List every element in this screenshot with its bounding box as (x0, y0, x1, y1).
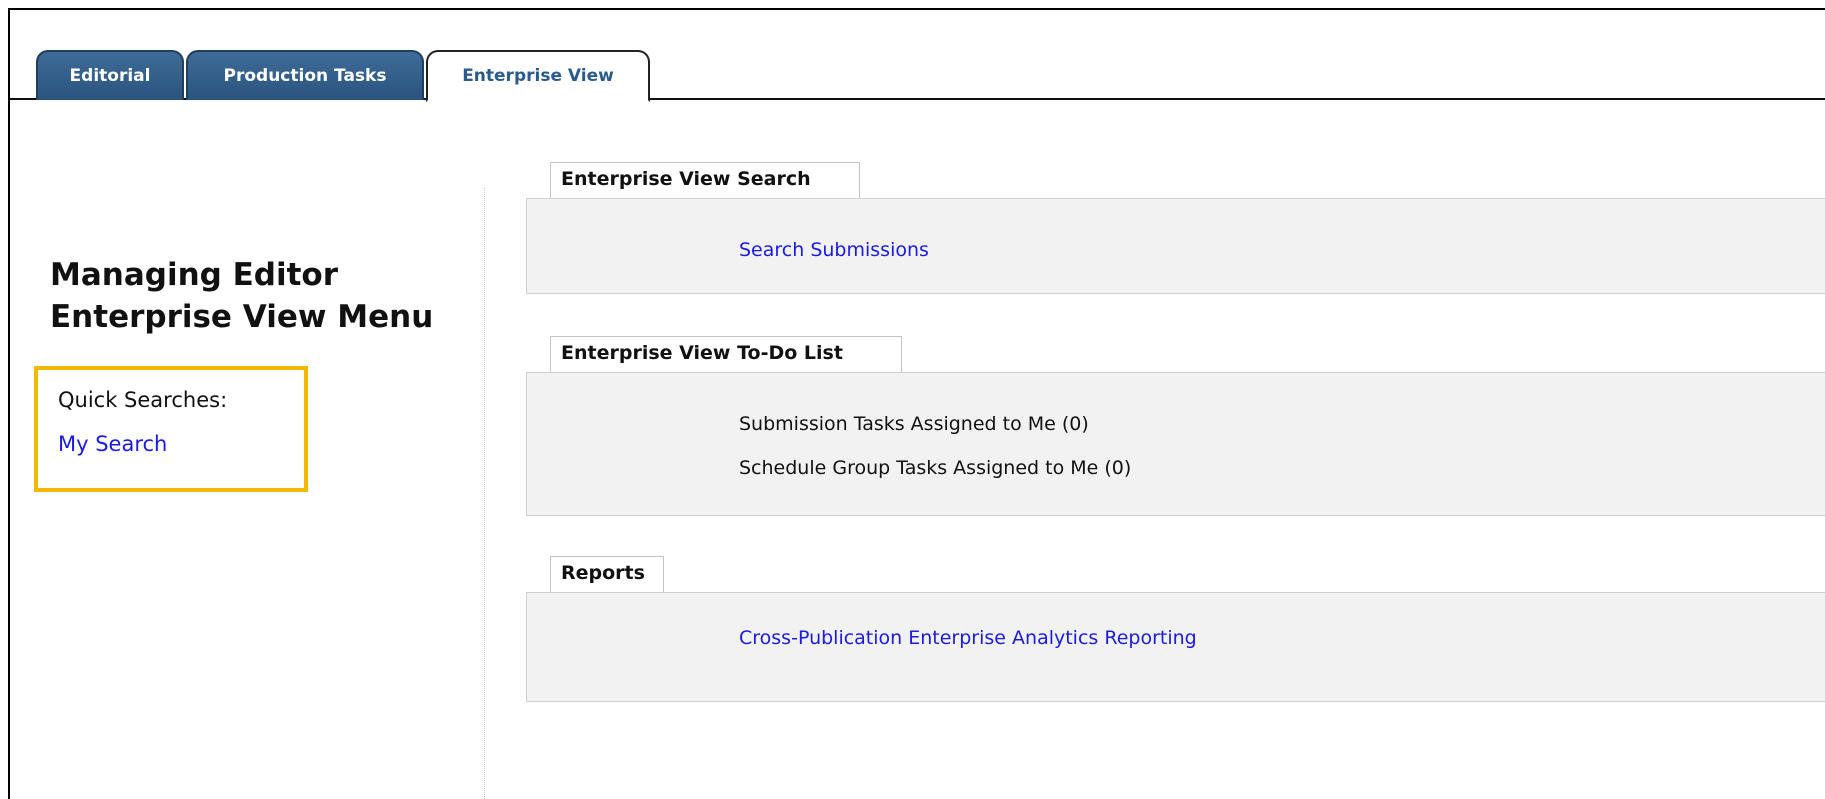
cross-publication-analytics-link[interactable]: Cross-Publication Enterprise Analytics R… (739, 627, 1197, 649)
section-header-reports: Reports (550, 556, 664, 592)
section-body-todo: Submission Tasks Assigned to Me (0) Sche… (526, 372, 1825, 516)
quick-searches-box: Quick Searches: My Search (34, 366, 308, 492)
page-title-line-1: Managing Editor (50, 257, 339, 293)
tab-enterprise-view[interactable]: Enterprise View (426, 50, 650, 102)
tab-enterprise-view-label: Enterprise View (462, 66, 614, 86)
quick-searches-label: Quick Searches: (58, 388, 228, 412)
section-header-search: Enterprise View Search (550, 162, 860, 198)
tab-production-tasks[interactable]: Production Tasks (186, 50, 424, 100)
section-header-todo: Enterprise View To-Do List (550, 336, 902, 372)
tab-editorial-label: Editorial (69, 66, 151, 86)
todo-item-submission-tasks: Submission Tasks Assigned to Me (0) (739, 413, 1089, 435)
page-frame: Editorial Production Tasks Enterprise Vi… (8, 8, 1825, 799)
page-title-line-2: Enterprise View Menu (50, 299, 434, 335)
section-body-search: Search Submissions (526, 198, 1825, 294)
tab-production-tasks-label: Production Tasks (223, 66, 387, 86)
search-submissions-link[interactable]: Search Submissions (739, 239, 929, 261)
tab-bar: Editorial Production Tasks Enterprise Vi… (10, 10, 1825, 110)
my-search-link[interactable]: My Search (58, 432, 304, 456)
tab-editorial[interactable]: Editorial (36, 50, 184, 100)
column-divider (484, 188, 485, 799)
page-title: Managing Editor Enterprise View Menu (50, 254, 433, 338)
todo-item-schedule-group-tasks: Schedule Group Tasks Assigned to Me (0) (739, 457, 1132, 479)
section-body-reports: Cross-Publication Enterprise Analytics R… (526, 592, 1825, 702)
